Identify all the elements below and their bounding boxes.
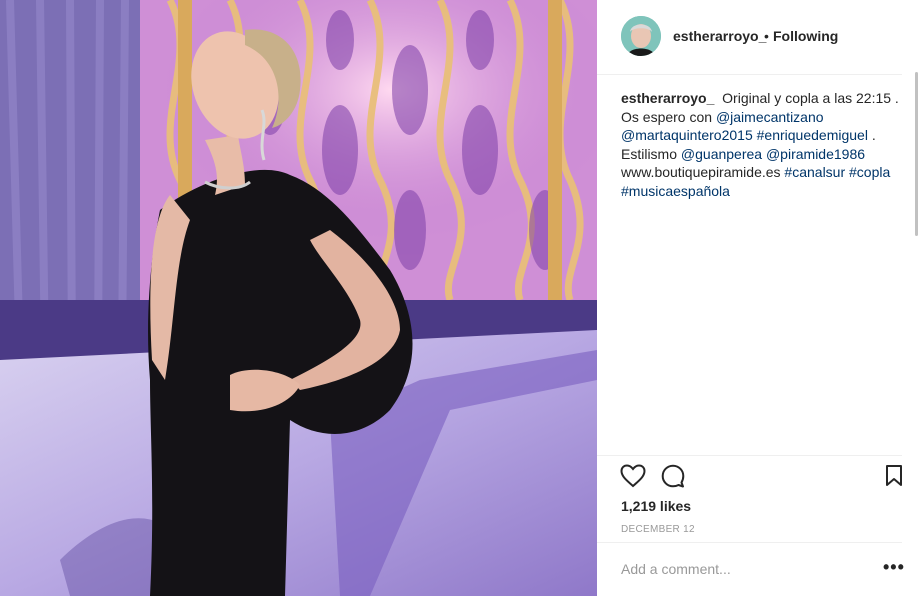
mention-link[interactable]: @martaquintero2015 — [621, 127, 753, 143]
post-side-panel: estherarroyo_ • Following estherarroyo_ … — [597, 0, 918, 596]
comment-input[interactable] — [621, 557, 861, 581]
post-header: estherarroyo_ • Following — [597, 0, 902, 75]
more-options-button[interactable]: ••• — [883, 558, 905, 576]
caption-text: www.boutiquepiramide.es — [621, 164, 785, 180]
comment-icon[interactable] — [661, 464, 685, 493]
hashtag-link[interactable]: #copla — [849, 164, 890, 180]
post-date: DECEMBER 12 — [621, 524, 695, 535]
mention-link[interactable]: @piramide1986 — [766, 146, 865, 162]
post-caption: estherarroyo_ Original y copla a las 22:… — [621, 89, 901, 200]
likes-count[interactable]: 1,219 likes — [621, 498, 691, 514]
hashtag-link[interactable]: #canalsur — [784, 164, 845, 180]
username-link[interactable]: estherarroyo_ — [673, 28, 766, 44]
mention-link[interactable]: @guanperea — [681, 146, 762, 162]
avatar[interactable] — [621, 16, 661, 56]
comment-bar: ••• — [597, 542, 905, 597]
heart-icon[interactable] — [620, 464, 646, 493]
bookmark-icon[interactable] — [885, 464, 903, 493]
caption-username-link[interactable]: estherarroyo_ — [621, 90, 714, 106]
hashtag-link[interactable]: #enriquedemiguel — [757, 127, 868, 143]
mention-link[interactable]: @jaimecantizano — [716, 109, 824, 125]
action-bar — [597, 455, 902, 500]
hashtag-link[interactable]: #musicaespañola — [621, 183, 730, 199]
following-button[interactable]: Following — [773, 28, 838, 44]
post-photo[interactable] — [0, 0, 597, 596]
separator-dot: • — [764, 28, 769, 44]
